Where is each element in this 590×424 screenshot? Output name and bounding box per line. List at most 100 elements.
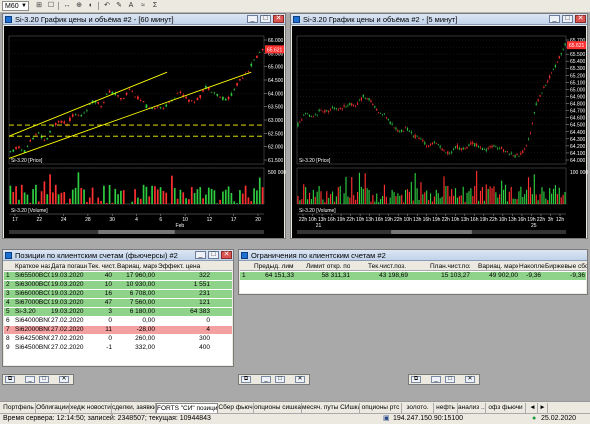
tab-scroll-left[interactable]: ◄ xyxy=(528,403,538,413)
volume-bar xyxy=(433,196,435,204)
positions-titlebar[interactable]: Позиции по клиентским счетам (фьючерсы) … xyxy=(3,250,233,261)
table-row[interactable]: 5 Si-3.20 19.03.2020 3 6 180,00 64 383 xyxy=(4,308,232,316)
last-price-label: 65.621 xyxy=(267,47,283,53)
col-header[interactable]: Накоплен. д xyxy=(519,263,545,270)
maximize-icon[interactable]: □ xyxy=(39,376,49,383)
table-row[interactable]: 8 Si64250BN0D27.02.2020 0 260,00 300 xyxy=(4,335,232,343)
col-header[interactable]: Краткое название xyxy=(15,263,50,270)
volume-bar xyxy=(54,184,57,204)
table-row[interactable]: 9 Si64500BN0D27.02.2020 -1 332,00 400 xyxy=(4,344,232,352)
tab-options-rts[interactable]: опционы ртс xyxy=(360,403,402,413)
table-row[interactable]: 3 Si66000BC0 19.03.2020 16 6 708,00 231 xyxy=(4,290,232,298)
candle-down xyxy=(426,145,428,147)
volume-bar xyxy=(233,201,236,204)
table-row[interactable]: 7 Si62000BN0D27.02.2020 11 -28,00 4 xyxy=(4,326,232,334)
minimize-icon[interactable]: _ xyxy=(25,376,35,383)
minimize-button[interactable]: _ xyxy=(247,15,258,23)
chart-window-5min[interactable]: Si-3.20 График цены и объёма #2 - [5 мин… xyxy=(290,13,588,239)
tab-oil[interactable]: нефть xyxy=(434,403,458,413)
col-header[interactable]: Лимит откр. поз. xyxy=(306,263,350,270)
chart-icon xyxy=(5,16,12,23)
tab-sber-futures[interactable]: Сбер фьюч xyxy=(218,403,254,413)
col-header[interactable]: План.чист.поз. xyxy=(430,263,470,270)
chart2-titlebar[interactable]: Si-3.20 График цены и объёма #2 - [5 мин… xyxy=(291,14,587,25)
tab-bonds[interactable]: Облигации xyxy=(36,403,70,413)
col-header[interactable]: Эффект. цена xyxy=(158,263,214,270)
col-header[interactable]: Дата погашения xyxy=(51,263,87,270)
col-header[interactable]: Тек.чист.поз. xyxy=(368,263,408,270)
workspace: Si-3.20 График цены и объёма #2 - [60 ми… xyxy=(0,13,590,401)
restore-icon[interactable]: ⧉ xyxy=(411,376,421,383)
col-header[interactable]: Предыд. лимит xyxy=(254,263,294,270)
restore-icon[interactable]: ⧉ xyxy=(5,376,15,383)
minimize-icon[interactable]: _ xyxy=(431,376,441,383)
candle-up xyxy=(477,145,480,148)
minimize-button[interactable]: _ xyxy=(549,15,560,23)
tab-analysis[interactable]: анализ ... xyxy=(458,403,486,413)
candle-up xyxy=(210,91,213,93)
col-header[interactable]: Вариац. маржа xyxy=(117,263,157,270)
window-icon[interactable]: ☐ xyxy=(46,1,56,11)
candle-up xyxy=(216,93,219,96)
close-icon[interactable]: ✕ xyxy=(295,376,305,383)
positions-window[interactable]: Позиции по клиентским счетам (фьючерсы) … xyxy=(2,249,234,367)
undo-icon[interactable]: ↶ xyxy=(102,1,112,11)
volume-bar xyxy=(518,191,520,204)
close-button[interactable]: ✕ xyxy=(273,15,284,23)
pencil-icon[interactable]: ✎ xyxy=(114,1,124,11)
col-header[interactable]: Тек. чист. поз. xyxy=(88,263,116,270)
tab-gold[interactable]: золото. xyxy=(402,403,434,413)
volume-bar xyxy=(426,190,428,204)
table-row[interactable]: 2 Si63000BC0 19.03.2020 10 10 930,00 1 551 xyxy=(4,281,232,289)
contrast-icon[interactable]: ◐ xyxy=(86,1,96,11)
tab-hedge-news[interactable]: хедж новости xyxy=(70,403,112,413)
close-icon[interactable]: ✕ xyxy=(59,376,69,383)
limits-titlebar[interactable]: Ограничения по клиентским счетам #2 xyxy=(239,250,587,261)
table-row[interactable]: 1 Si65500BC0 19.03.2020 40 17 960,00 322 xyxy=(4,272,232,280)
chart1-body[interactable]: 66.000 65.500 65.000 64.500 64.000 63.500 63.0… xyxy=(4,26,286,238)
chart2-body[interactable]: 65.70065.60065.50065.40065.30065.20065.1… xyxy=(292,26,588,238)
text-icon[interactable]: A xyxy=(126,1,136,11)
grid-icon[interactable]: ⊞ xyxy=(34,1,44,11)
maximize-icon[interactable]: □ xyxy=(445,376,455,383)
restore-icon[interactable]: ⧉ xyxy=(241,376,251,383)
candle-up xyxy=(83,112,85,114)
volume-bar xyxy=(145,186,148,204)
tab-forts-si-positions[interactable]: FORTS "СИ" позиции... xyxy=(156,403,218,413)
chart-window-60min[interactable]: Si-3.20 График цены и объёма #2 - [60 ми… xyxy=(2,13,286,239)
table-row[interactable]: 4 Si67000BC0 19.03.2020 47 7 560,00 121 xyxy=(4,299,232,307)
chart1-titlebar[interactable]: Si-3.20 График цены и объёма #2 - [60 ми… xyxy=(3,14,285,25)
minimize-icon[interactable]: _ xyxy=(261,376,271,383)
maximize-button[interactable]: □ xyxy=(562,15,573,23)
tab-portfolio[interactable]: Портфель xyxy=(2,403,36,413)
tab-deals-orders[interactable]: сделки, заявки xyxy=(112,403,156,413)
scroll-icon[interactable]: ↔ xyxy=(62,1,72,11)
wave-icon[interactable]: ≈ xyxy=(138,1,148,11)
col-header[interactable]: Биржевые сборы xyxy=(545,263,587,270)
minimized-window[interactable]: ⧉ _ □ ✕ xyxy=(2,374,74,385)
maximize-button[interactable]: □ xyxy=(260,15,271,23)
volume-bar xyxy=(219,199,221,204)
tab-options-si[interactable]: опционы сишка xyxy=(254,403,302,413)
col-header[interactable]: Вариац. маржа xyxy=(478,263,518,270)
minimized-window[interactable]: ⧉ _ □ ✕ xyxy=(408,374,480,385)
minimized-window[interactable]: ⧉ _ □ ✕ xyxy=(238,374,310,385)
candle-up xyxy=(439,145,441,148)
close-icon[interactable]: ✕ xyxy=(465,376,475,383)
zoom-icon[interactable]: ⊕ xyxy=(74,1,84,11)
timeframe-select[interactable]: M60 ▼ xyxy=(2,1,29,11)
maximize-icon[interactable]: □ xyxy=(275,376,285,383)
cell-name: Si65500BC0 xyxy=(15,272,50,279)
volume-bar xyxy=(162,191,165,204)
sigma-icon[interactable]: Σ xyxy=(150,1,160,11)
close-button[interactable]: ✕ xyxy=(221,251,232,259)
close-button[interactable]: ✕ xyxy=(575,15,586,23)
maximize-button[interactable]: □ xyxy=(208,251,219,259)
table-row[interactable]: 1 64 151,33 58 311,31 43 198,69 15 103,2… xyxy=(240,272,586,280)
tab-scroll-right[interactable]: ► xyxy=(538,403,548,413)
table-row[interactable]: 6 Si64000BN0D27.02.2020 0 0,00 0 xyxy=(4,317,232,325)
tab-monthly-puts-si[interactable]: месяч. путы СИшка xyxy=(302,403,360,413)
tab-ofz-futures[interactable]: офз фьючи xyxy=(486,403,526,413)
limits-window[interactable]: Ограничения по клиентским счетам #2 Пред… xyxy=(238,249,588,295)
minimize-button[interactable]: _ xyxy=(195,251,206,259)
